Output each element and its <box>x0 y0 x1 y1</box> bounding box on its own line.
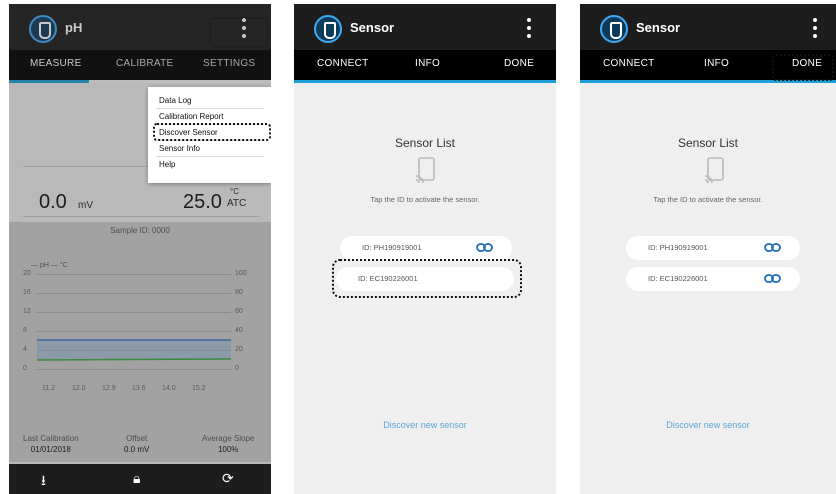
menu-item-sensor-info[interactable]: Sensor Info <box>159 144 200 153</box>
more-menu-icon[interactable] <box>813 18 817 40</box>
sensor-id: ID: PH190919001 <box>362 243 422 252</box>
tab-indicator <box>294 80 556 83</box>
dim-overlay <box>9 4 271 494</box>
highlight-done-tab <box>772 54 834 81</box>
ph-screen: pH MEASURE CALIBRATE SETTINGS 0.0 mV 25.… <box>9 4 271 494</box>
tab-done[interactable]: DONE <box>504 58 534 69</box>
menu-item-data-log[interactable]: Data Log <box>159 96 191 105</box>
menu-separator <box>156 156 264 157</box>
sensor-item[interactable]: ID: EC190226001 <box>626 267 800 291</box>
highlight-discover-sensor <box>153 123 271 141</box>
sensor-list-title: Sensor List <box>394 136 456 150</box>
lock-icon[interactable]: 🔒︎ <box>133 470 140 487</box>
sensor-logo-icon <box>600 15 628 43</box>
tab-connect[interactable]: CONNECT <box>603 58 655 69</box>
tab-info[interactable]: INFO <box>704 58 729 69</box>
sensor-id: ID: EC190226001 <box>648 274 708 283</box>
discover-new-sensor-link[interactable]: Discover new sensor <box>294 420 556 430</box>
discover-new-sensor-link[interactable]: Discover new sensor <box>580 420 836 430</box>
tap-hint: Tap the ID to activate the sensor. <box>653 195 763 204</box>
tab-info[interactable]: INFO <box>415 58 440 69</box>
app-title: Sensor <box>636 20 681 35</box>
app-title: Sensor <box>350 20 395 35</box>
refresh-icon[interactable]: ⟳ <box>222 470 234 487</box>
nfc-icon <box>704 157 724 184</box>
menu-item-calibration-report[interactable]: Calibration Report <box>159 112 223 121</box>
link-icon <box>764 243 781 252</box>
sensor-item[interactable]: ID: PH190919001 <box>340 236 512 260</box>
menu-item-help[interactable]: Help <box>159 160 175 169</box>
tap-hint: Tap the ID to activate the sensor. <box>370 195 480 204</box>
menu-separator <box>156 108 264 109</box>
sensor-list-title: Sensor List <box>677 136 739 150</box>
sensor-screen-connect: Sensor CONNECT INFO DONE Sensor List Tap… <box>294 4 556 494</box>
link-icon <box>476 243 493 252</box>
sensor-item[interactable]: ID: PH190919001 <box>626 236 800 260</box>
highlight-sensor-item <box>332 259 522 298</box>
nfc-icon <box>415 157 435 184</box>
tab-connect[interactable]: CONNECT <box>317 58 369 69</box>
download-icon[interactable]: ⭳ <box>41 470 46 494</box>
sensor-id: ID: PH190919001 <box>648 243 708 252</box>
sensor-screen-done: Sensor CONNECT INFO DONE Sensor List Tap… <box>580 4 836 494</box>
tab-bar: CONNECT INFO DONE <box>294 50 556 80</box>
sensor-logo-icon <box>314 15 342 43</box>
bottom-bar: ⭳ 🔒︎ ⟳ <box>9 464 271 494</box>
link-icon <box>764 274 781 283</box>
more-menu-icon[interactable] <box>527 18 531 40</box>
